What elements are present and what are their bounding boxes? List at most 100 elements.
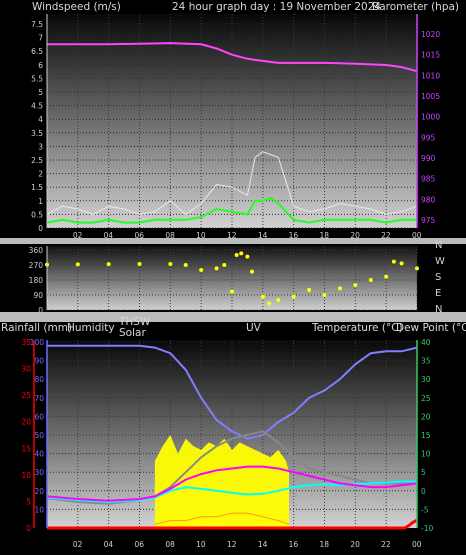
direction-point <box>230 289 234 294</box>
direction-point <box>168 262 173 266</box>
x-tick-label: 04 <box>104 231 114 240</box>
y-tick-label: 1.5 <box>31 183 43 192</box>
y-tick-label: 0 <box>38 224 43 233</box>
direction-point <box>222 263 227 267</box>
x-tick-label: 16 <box>289 231 299 240</box>
direction-point <box>199 268 204 272</box>
x-tick-label: 00 <box>412 540 422 549</box>
y-tick-label: 60 <box>34 412 44 421</box>
x-tick-label: 22 <box>381 231 391 240</box>
x-tick-label: 14 <box>258 231 268 240</box>
y-tick-label: 2.5 <box>31 156 43 165</box>
compass-label: N <box>435 304 442 315</box>
y-tick-label: 7 <box>38 34 43 43</box>
y-tick-label: 90 <box>34 357 44 366</box>
direction-point <box>239 251 244 256</box>
rainfall-axis-title: Rainfall (mm) <box>1 322 72 334</box>
x-tick-label: 20 <box>350 540 360 549</box>
y-tick-label: 1015 <box>421 51 440 60</box>
y-tick-label: 5 <box>26 497 31 506</box>
y-tick-label: 90 <box>33 291 43 300</box>
x-tick-label: 18 <box>320 231 330 240</box>
y-tick-label: 6 <box>38 61 43 70</box>
y-tick-label: 1020 <box>421 30 440 39</box>
direction-point <box>267 301 271 306</box>
barometer-axis-ticks: 975 980 985 990 995 1000 1005 1010 1015 1020 <box>421 30 440 225</box>
direction-point <box>391 259 396 264</box>
x-tick-label: 00 <box>412 231 422 240</box>
y-tick-label: 1 <box>38 197 43 206</box>
humidity-axis-ticks: 10 20 30 40 50 60 70 80 90 100 <box>30 338 45 514</box>
y-tick-label: 40 <box>34 450 44 459</box>
y-tick-label: 975 <box>421 216 436 225</box>
x-tick-label: 16 <box>289 540 299 549</box>
x-tick-label: 02 <box>73 231 83 240</box>
y-tick-label: -5 <box>421 505 429 514</box>
y-tick-label: 25 <box>421 394 431 403</box>
y-tick-label: 5 <box>421 468 426 477</box>
y-tick-label: 35 <box>421 357 431 366</box>
x-tick-label: 08 <box>165 231 175 240</box>
direction-point <box>245 254 250 259</box>
wind-barometer-panel: 00.511.522.533.544.555.566.577.5 9759809… <box>31 14 440 240</box>
y-tick-label: 1010 <box>421 71 440 80</box>
direction-point <box>106 262 111 267</box>
y-tick-label: 0.5 <box>31 210 43 219</box>
direction-point <box>234 253 239 257</box>
y-tick-label: 1005 <box>421 92 440 101</box>
x-tick-label: 10 <box>196 231 206 240</box>
y-tick-label: 10 <box>21 471 31 480</box>
uv-label: UV <box>246 322 262 334</box>
windspeed-axis-ticks: 0 0.5 1 1.5 2 2.5 3 3.5 4 4.5 5 5.5 6 6.5 7 7.5 <box>31 20 43 233</box>
x-tick-label: 06 <box>135 231 145 240</box>
y-tick-label: 270 <box>29 261 44 270</box>
x-tick-label: 02 <box>73 540 83 549</box>
y-tick-label: 50 <box>34 431 44 440</box>
y-tick-label: 20 <box>421 412 431 421</box>
direction-point <box>183 263 188 267</box>
y-tick-label: 5 <box>38 88 43 97</box>
y-tick-label: 100 <box>30 338 45 347</box>
y-tick-label: 30 <box>421 375 431 384</box>
y-tick-label: 30 <box>21 365 31 374</box>
temperature-axis-title: Temperature (°C) <box>311 322 403 334</box>
y-tick-label: 40 <box>421 338 431 347</box>
y-tick-label: 0 <box>38 306 43 315</box>
y-tick-label: 180 <box>29 276 44 285</box>
direction-point <box>75 262 80 267</box>
windspeed-axis-title: Windspeed (m/s) <box>32 1 121 13</box>
direction-point <box>260 294 265 299</box>
humidity-axis-title: Humidity <box>67 322 115 334</box>
barometer-axis-title: Barometer (hpa) <box>372 1 459 13</box>
y-tick-label: 15 <box>421 431 431 440</box>
x-tick-label: 20 <box>350 231 360 240</box>
y-tick-label: 995 <box>421 133 436 142</box>
y-tick-label: 980 <box>421 195 436 204</box>
y-tick-label: 360 <box>29 246 44 255</box>
direction-point <box>291 294 296 299</box>
y-tick-label: 15 <box>21 444 31 453</box>
solar-label: Solar <box>119 327 146 339</box>
temperature-humidity-panel: 05101520253035 102030405060708090100 -10… <box>21 338 433 549</box>
y-tick-label: 7.5 <box>31 20 43 29</box>
direction-point <box>307 288 312 292</box>
y-tick-label: 4 <box>38 115 43 124</box>
x-tick-label: 06 <box>135 540 145 549</box>
weather-24h-chart: 00.511.522.533.544.555.566.577.5 9759809… <box>0 1 466 549</box>
bottom-time-axis-ticks: 02 04 06 08 10 12 14 16 18 20 22 00 <box>73 540 422 549</box>
y-tick-label: 3 <box>38 142 43 151</box>
compass-label: S <box>435 272 441 283</box>
x-tick-label: 22 <box>381 540 391 549</box>
y-tick-label: 3.5 <box>31 129 43 138</box>
y-tick-label: 10 <box>421 450 431 459</box>
y-tick-label: 4.5 <box>31 102 43 111</box>
y-tick-label: 70 <box>34 394 44 403</box>
direction-point <box>399 261 404 266</box>
direction-point <box>137 262 142 266</box>
y-tick-label: 2 <box>38 170 43 179</box>
direction-point <box>276 298 281 302</box>
y-tick-label: 1000 <box>421 113 440 122</box>
y-tick-label: 10 <box>34 505 44 514</box>
y-tick-label: 985 <box>421 175 436 184</box>
y-tick-label: 5.5 <box>31 74 43 83</box>
